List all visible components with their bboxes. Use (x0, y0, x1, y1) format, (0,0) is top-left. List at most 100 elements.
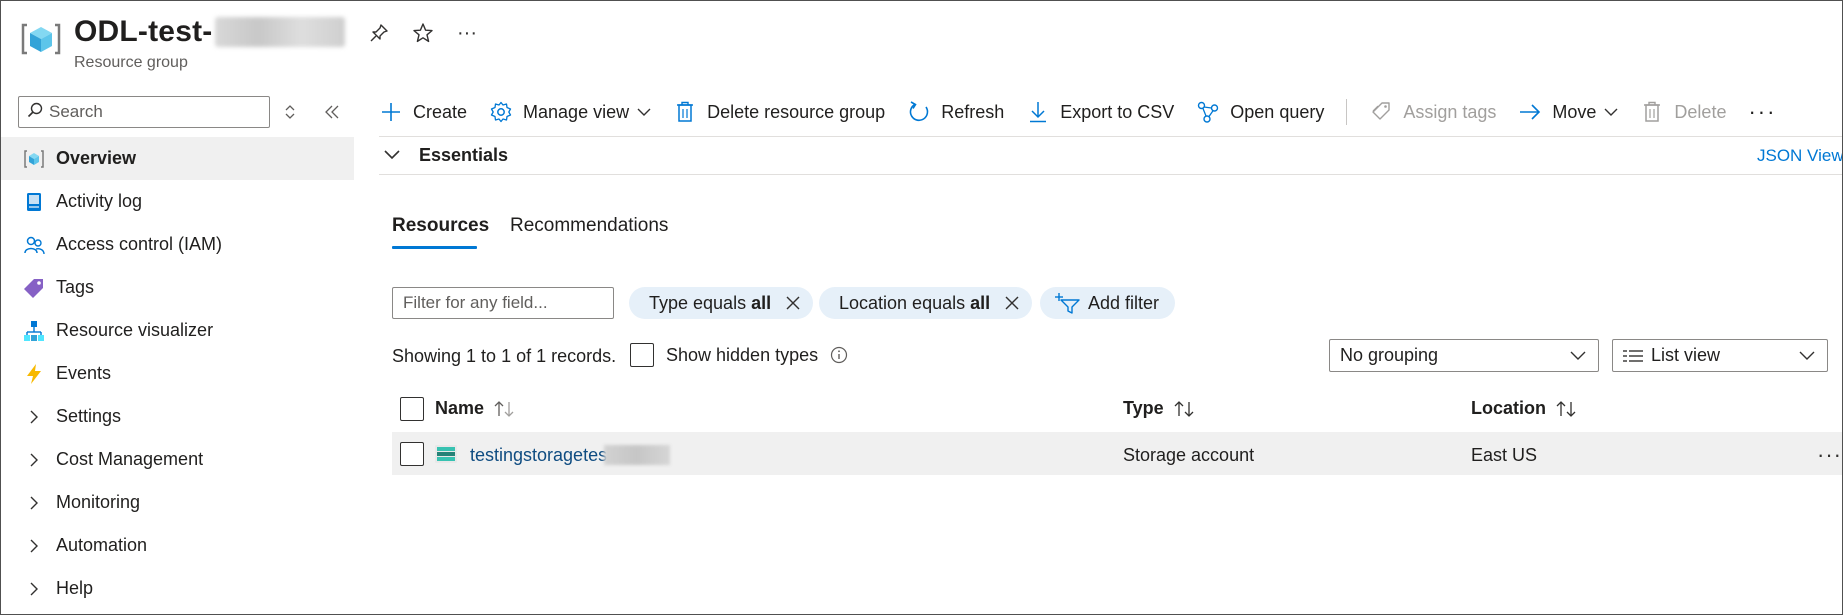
query-icon (1196, 100, 1220, 124)
sidebar-item-tags[interactable]: Tags (1, 266, 354, 309)
resource-name-link[interactable]: testingstoragetes (470, 445, 607, 466)
collapse-sidebar-icon[interactable] (321, 101, 343, 123)
sidebar-item-label: Access control (IAM) (56, 234, 223, 254)
refresh-icon (907, 100, 931, 124)
chevron-down-icon (381, 144, 403, 166)
tag-icon (1369, 100, 1393, 124)
view-mode-dropdown[interactable]: List view (1612, 339, 1828, 372)
more-commands-icon[interactable]: ··· (1748, 99, 1776, 125)
chevron-right-icon (22, 577, 46, 601)
column-header-type[interactable]: Type (1123, 398, 1196, 419)
chevron-right-icon (22, 448, 46, 472)
manage-view-button[interactable]: Manage view (489, 100, 651, 124)
essentials-toggle[interactable]: Essentials (381, 144, 508, 166)
filter-input[interactable] (392, 287, 614, 319)
column-header-name[interactable]: Name (435, 398, 516, 419)
sidebar-item-cost-management[interactable]: Cost Management (1, 438, 354, 481)
plus-icon (379, 100, 403, 124)
chevron-right-icon (22, 405, 46, 429)
tag-icon (22, 276, 46, 300)
row-checkbox[interactable] (400, 442, 424, 466)
sidebar-item-access-control[interactable]: Access control (IAM) (1, 223, 354, 266)
sidebar-item-events[interactable]: Events (1, 352, 354, 395)
chevron-down-icon (637, 108, 651, 117)
sidebar-item-help[interactable]: Help (1, 567, 354, 610)
select-all-checkbox[interactable] (400, 397, 424, 421)
more-options-icon[interactable]: ··· (455, 21, 479, 45)
sidebar-item-label: Resource visualizer (56, 320, 214, 340)
open-query-label: Open query (1230, 101, 1325, 122)
row-more-icon[interactable]: ··· (1817, 442, 1842, 468)
json-view-link[interactable]: JSON View (1757, 146, 1842, 166)
sidebar-item-settings[interactable]: Settings (1, 395, 354, 438)
create-label: Create (413, 101, 468, 122)
add-filter-button[interactable]: Add filter (1040, 287, 1176, 319)
trash-icon (673, 100, 697, 124)
column-header-label: Location (1471, 398, 1546, 418)
show-hidden-checkbox[interactable] (630, 343, 654, 367)
chevron-right-icon (22, 534, 46, 558)
create-button[interactable]: Create (379, 100, 467, 124)
grouping-value: No grouping (1340, 345, 1439, 365)
sidebar-item-label: Automation (56, 535, 148, 555)
move-button[interactable]: Move (1518, 100, 1618, 124)
export-csv-label: Export to CSV (1060, 101, 1175, 122)
star-icon[interactable] (411, 21, 435, 45)
sidebar-item-label: Settings (56, 406, 122, 426)
sidebar-item-label: Overview (56, 148, 137, 168)
sidebar-item-automation[interactable]: Automation (1, 524, 354, 567)
redacted-name-suffix (604, 445, 670, 465)
close-icon[interactable] (1004, 295, 1020, 311)
move-label: Move (1552, 101, 1597, 122)
sidebar-item-label: Monitoring (56, 492, 141, 512)
page-subtitle: Resource group (74, 54, 188, 71)
sidebar-item-activity-log[interactable]: Activity log (1, 180, 354, 223)
records-count: Showing 1 to 1 of 1 records. (392, 346, 617, 366)
column-header-location[interactable]: Location (1471, 398, 1578, 419)
divider (379, 174, 1842, 175)
active-tab-indicator (392, 246, 477, 249)
column-header-label: Name (435, 398, 485, 418)
filter-pill-value: all (751, 292, 772, 313)
type-filter-pill[interactable]: Type equals all (629, 287, 814, 319)
manage-view-label: Manage view (523, 101, 630, 122)
sort-toggle-icon[interactable] (279, 101, 301, 123)
grouping-dropdown[interactable]: No grouping (1329, 339, 1599, 372)
sidebar-item-monitoring[interactable]: Monitoring (1, 481, 354, 524)
info-icon[interactable] (830, 346, 848, 364)
sidebar-search[interactable] (18, 96, 270, 128)
sidebar-item-label: Help (56, 578, 94, 598)
refresh-label: Refresh (941, 101, 1005, 122)
resource-type: Storage account (1123, 445, 1255, 465)
add-filter-label: Add filter (1088, 292, 1160, 313)
people-icon (22, 233, 46, 257)
sidebar-item-overview[interactable]: Overview (1, 137, 354, 180)
open-query-button[interactable]: Open query (1196, 100, 1324, 124)
close-icon[interactable] (785, 295, 801, 311)
lightning-icon (22, 362, 46, 386)
export-csv-button[interactable]: Export to CSV (1026, 100, 1174, 124)
activity-log-icon (22, 190, 46, 214)
location-filter-pill[interactable]: Location equals all (819, 287, 1033, 319)
divider (379, 136, 1842, 137)
view-mode-value: List view (1651, 345, 1721, 365)
assign-tags-button[interactable]: Assign tags (1369, 100, 1496, 124)
sidebar-item-label: Events (56, 363, 112, 383)
tab-resources[interactable]: Resources (392, 215, 489, 237)
refresh-button[interactable]: Refresh (907, 100, 1004, 124)
delete-button[interactable]: Delete (1640, 100, 1726, 124)
download-icon (1026, 100, 1050, 124)
assign-tags-label: Assign tags (1403, 101, 1497, 122)
trash-icon (1640, 100, 1664, 124)
delete-resource-group-button[interactable]: Delete resource group (673, 100, 885, 124)
resource-group-page: ODL-test- Resource group ··· Overview (0, 0, 1843, 615)
tab-recommendations[interactable]: Recommendations (510, 215, 668, 237)
search-input[interactable] (49, 102, 259, 122)
show-hidden-label: Show hidden types (666, 344, 819, 365)
sidebar-item-resource-visualizer[interactable]: Resource visualizer (1, 309, 354, 352)
page-title: ODL-test- (74, 15, 213, 48)
show-hidden-types: Show hidden types (630, 343, 848, 367)
pin-icon[interactable] (367, 21, 391, 45)
redacted-title-suffix (215, 17, 345, 47)
toolbar-divider (1346, 99, 1348, 125)
